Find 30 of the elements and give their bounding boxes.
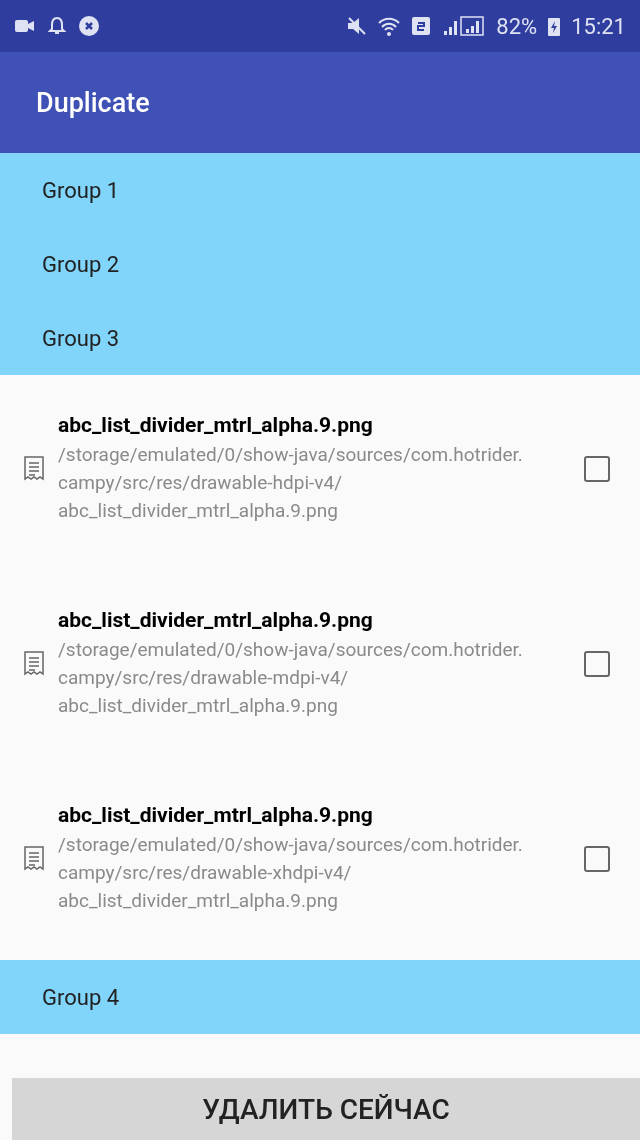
file-path: /storage/emulated/0/show-java/sources/com.hotrider.campy/src/res/drawable-hdpi-v4/abc_list_divider_mtrl_alpha.9.png <box>58 441 524 524</box>
file-name: abc_list_divider_mtrl_alpha.9.png <box>58 412 374 437</box>
wifi-icon <box>378 15 401 37</box>
group-header[interactable]: Group 3 <box>0 301 640 375</box>
file-name: abc_list_divider_mtrl_alpha.9.png <box>58 802 374 827</box>
file-path: /storage/emulated/0/show-java/sources/com.hotrider.campy/src/res/drawable-mdpi-v4/abc_list_divider_mtrl_alpha.9.png <box>58 636 524 719</box>
document-icon <box>24 845 44 872</box>
signal-icon <box>442 15 487 37</box>
circle-logo-icon <box>78 15 100 37</box>
group-header[interactable]: Group 1 <box>0 153 640 227</box>
group-title: Group 4 <box>42 984 120 1010</box>
file-name: abc_list_divider_mtrl_alpha.9.png <box>58 607 374 632</box>
file-path: /storage/emulated/0/show-java/sources/com.hotrider.campy/src/res/drawable-xhdpi-v4/abc_list_divider_mtrl_alpha.9.png <box>58 831 524 914</box>
clock: 15:21 <box>571 13 626 39</box>
checkbox[interactable] <box>584 455 610 482</box>
checkbox[interactable] <box>584 650 610 677</box>
bell-icon <box>46 15 68 37</box>
group-header[interactable]: Group 4 <box>0 960 640 1034</box>
document-icon <box>24 650 44 677</box>
battery-percentage: 82% <box>496 13 538 39</box>
group-title: Group 2 <box>42 251 120 277</box>
delete-now-button[interactable]: УДАЛИТЬ СЕЙЧАС <box>12 1078 640 1140</box>
document-icon <box>24 455 44 482</box>
sim-icon <box>410 15 433 37</box>
checkbox[interactable] <box>584 845 610 872</box>
group-header[interactable]: Group 2 <box>0 227 640 301</box>
group-title: Group 1 <box>42 177 120 203</box>
battery-icon <box>547 15 562 37</box>
app-title: Duplicate <box>36 86 150 119</box>
group-title: Group 3 <box>42 325 120 351</box>
